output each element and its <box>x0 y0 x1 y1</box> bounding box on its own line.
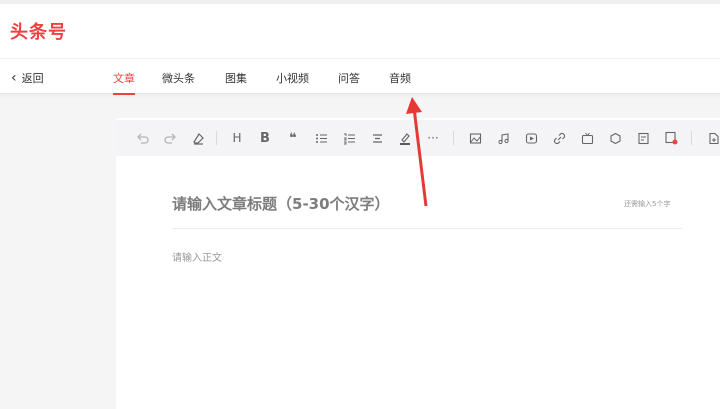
title-divider <box>172 228 682 229</box>
toolbar-divider <box>691 131 692 145</box>
tab-qa[interactable]: 问答 <box>338 70 360 86</box>
article-title-input[interactable] <box>172 192 612 216</box>
tab-micro-headline[interactable]: 微头条 <box>162 70 195 86</box>
title-char-hint: 还需输入5个字 <box>624 200 671 208</box>
toutiao-logo[interactable]: 头条号 <box>10 18 67 44</box>
gear-icon[interactable] <box>607 130 623 146</box>
nav-bar: ‹ 返回 文章 微头条 图集 小视频 问答 音频 <box>0 58 720 95</box>
bold-icon[interactable]: B <box>257 130 273 146</box>
tab-gallery[interactable]: 图集 <box>225 70 247 86</box>
heading-icon[interactable]: H <box>229 130 245 146</box>
tv-icon[interactable] <box>579 130 595 146</box>
chevron-left-icon: ‹ <box>11 69 17 86</box>
quote-icon[interactable]: ❝ <box>285 130 301 146</box>
align-icon[interactable] <box>369 130 385 146</box>
tab-article[interactable]: 文章 <box>113 70 135 95</box>
toolbar-divider <box>453 131 454 145</box>
music-icon[interactable] <box>495 130 511 146</box>
highlighter-icon[interactable] <box>397 130 413 146</box>
redo-icon[interactable] <box>162 130 178 146</box>
image-icon[interactable] <box>467 130 483 146</box>
top-header: 头条号 <box>0 0 720 58</box>
toolbar-divider <box>216 131 217 145</box>
ad-icon[interactable] <box>663 130 679 146</box>
tab-short-video[interactable]: 小视频 <box>276 70 309 86</box>
link-icon[interactable] <box>551 130 567 146</box>
template-icon[interactable] <box>635 130 651 146</box>
undo-icon[interactable] <box>134 130 150 146</box>
top-strip <box>0 0 720 4</box>
bullet-list-icon[interactable] <box>313 130 329 146</box>
tab-audio[interactable]: 音频 <box>389 70 411 86</box>
back-label: 返回 <box>21 72 44 85</box>
import-icon[interactable] <box>705 130 720 146</box>
more-icon[interactable]: ··· <box>425 130 441 146</box>
article-body-input[interactable] <box>172 248 682 268</box>
editor-toolbar: H B ❝ ··· <box>116 120 720 156</box>
eraser-icon[interactable] <box>190 130 206 146</box>
numbered-list-icon[interactable] <box>341 130 357 146</box>
video-icon[interactable] <box>523 130 539 146</box>
back-button[interactable]: ‹ 返回 <box>11 70 44 86</box>
